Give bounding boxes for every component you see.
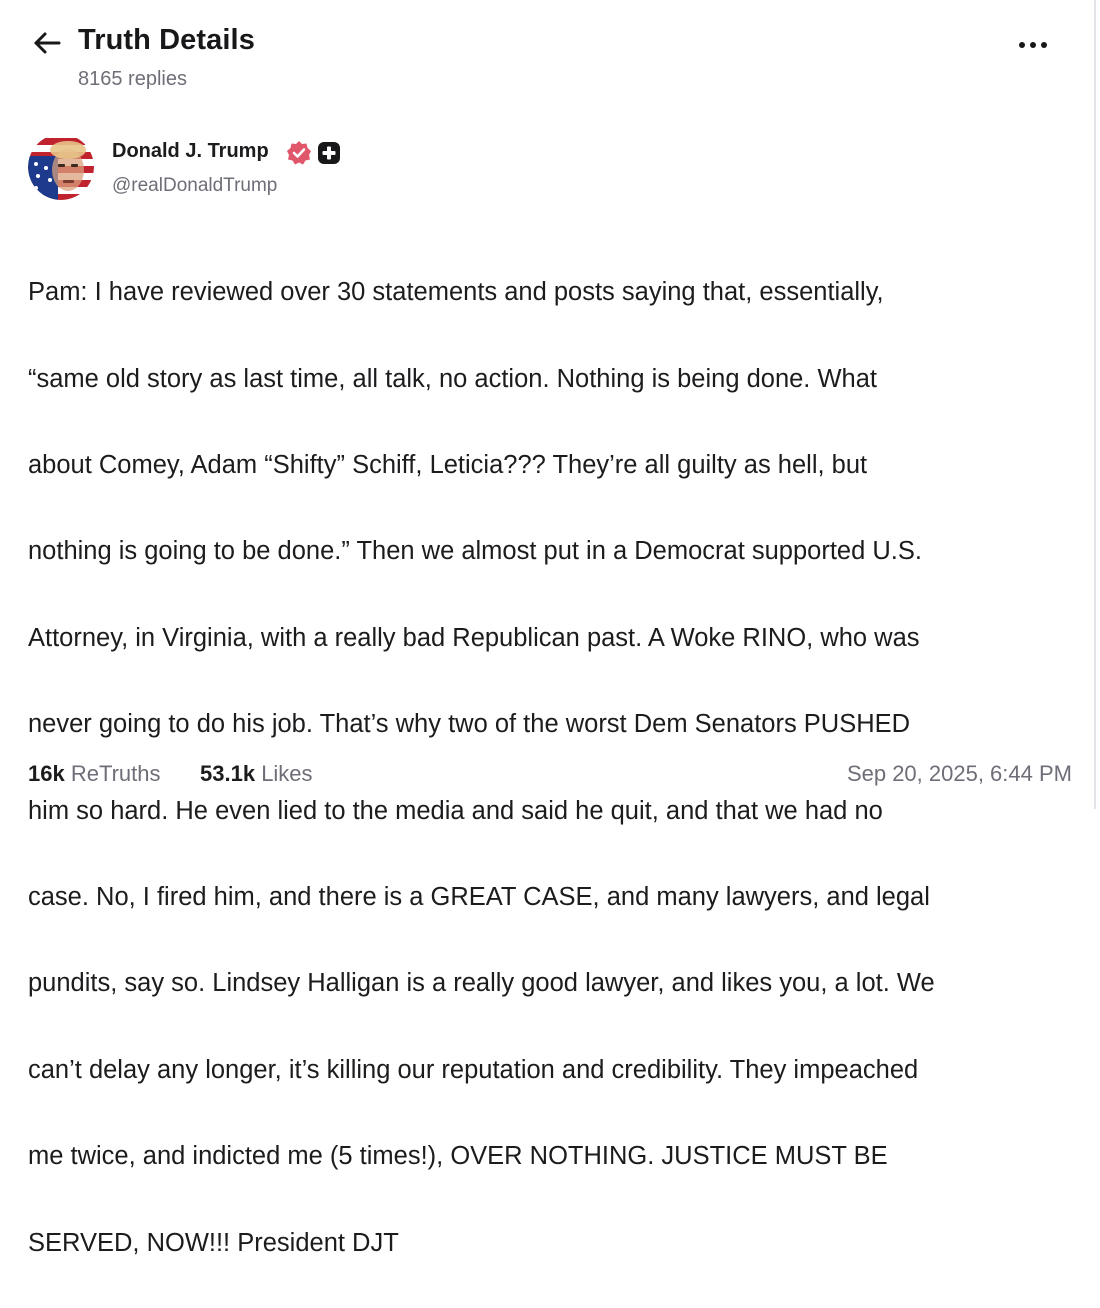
page-title: Truth Details (78, 24, 255, 56)
plus-badge-icon (318, 142, 340, 164)
post-line: “same old story as last time, all talk, … (28, 364, 877, 393)
post-line: SERVED, NOW!!! President DJT (28, 1228, 399, 1257)
likes-stat[interactable]: 53.1k Likes (200, 761, 313, 787)
verified-badge-icon (286, 140, 312, 166)
reply-count: 8165 replies (78, 68, 187, 90)
author-handle[interactable]: @realDonaldTrump (112, 175, 277, 197)
retruths-count: 16k (28, 761, 65, 786)
author-name[interactable]: Donald J. Trump (112, 140, 269, 163)
post-line: about Comey, Adam “Shifty” Schiff, Letic… (28, 451, 868, 480)
post-line: nothing is going to be done.” Then we al… (28, 537, 922, 566)
post-line: can’t delay any longer, it’s killing our… (28, 1055, 919, 1084)
truth-details-page: Truth Details 8165 replies Donald J. Tru… (0, 0, 1096, 1257)
avatar[interactable] (28, 134, 94, 200)
post-footer: 16k ReTruths 53.1k Likes Sep 20, 2025, 6… (28, 761, 1072, 793)
post-line: case. No, I fired him, and there is a GR… (28, 883, 930, 912)
likes-count: 53.1k (200, 761, 256, 786)
post-line: Pam: I have reviewed over 30 statements … (28, 278, 884, 307)
retruths-label: ReTruths (70, 761, 161, 786)
post-line: me twice, and indicted me (5 times!), OV… (28, 1142, 888, 1171)
likes-label: Likes (261, 761, 313, 786)
back-arrow-icon[interactable] (32, 28, 62, 58)
post-line: him so hard. He even lied to the media a… (28, 796, 883, 825)
header: Truth Details 8165 replies (28, 22, 1068, 102)
retruths-stat[interactable]: 16k ReTruths (28, 761, 161, 787)
author-block: Donald J. Trump @realDonaldTrump (28, 134, 728, 204)
more-options-icon[interactable] (1016, 36, 1050, 54)
post-line: Attorney, in Virginia, with a really bad… (28, 623, 920, 652)
post-line: never going to do his job. That’s why tw… (28, 710, 911, 739)
post-timestamp: Sep 20, 2025, 6:44 PM (846, 761, 1072, 786)
post-line: pundits, say so. Lindsey Halligan is a r… (28, 969, 935, 998)
